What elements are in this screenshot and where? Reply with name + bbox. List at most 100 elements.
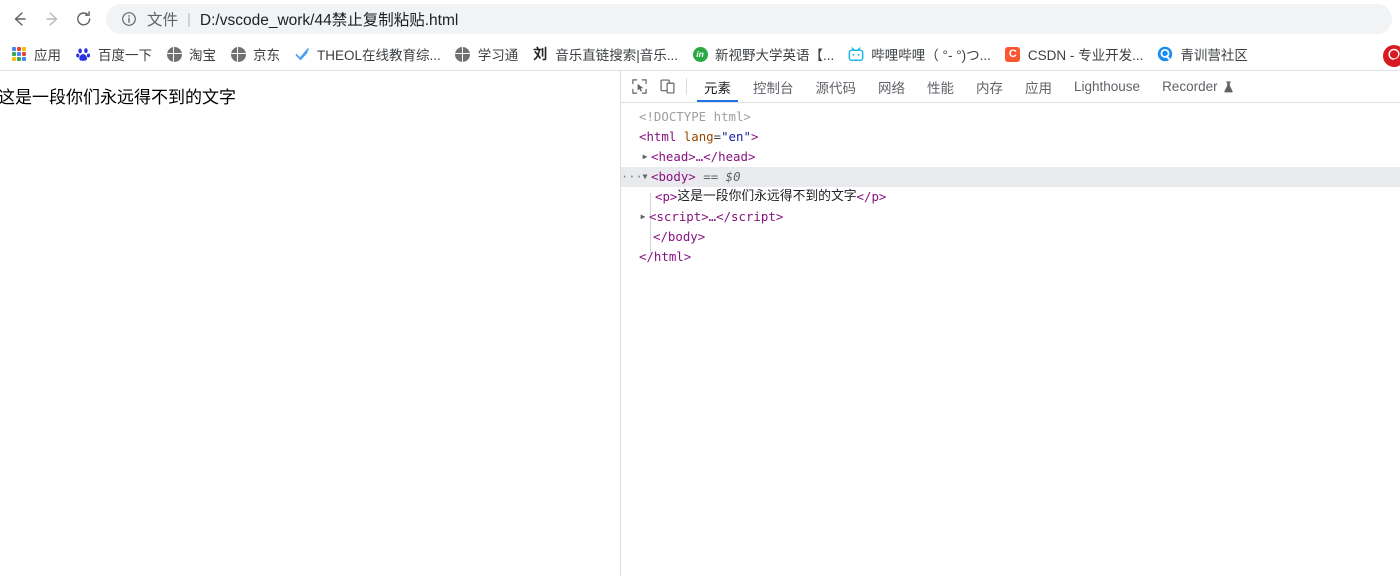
forward-arrow-icon [42,9,62,29]
tab-elements[interactable]: 元素 [693,71,742,102]
bookmark-theol[interactable]: THEOL在线教育综... [287,41,448,67]
bookmarks-bar: 应用 百度一下 淘宝 京东 [0,38,1400,70]
devtools-panel: 元素 控制台 源代码 网络 性能 内存 应用 Lighthouse [620,71,1400,576]
bookmark-baidu[interactable]: 百度一下 [68,41,159,67]
tab-network[interactable]: 网络 [867,71,916,102]
tab-label: 网络 [878,77,905,97]
tab-memory[interactable]: 内存 [965,71,1014,102]
tab-lighthouse[interactable]: Lighthouse [1063,71,1151,102]
tab-performance[interactable]: 性能 [916,71,965,102]
url-text[interactable]: D:/vscode_work/44禁止复制粘贴.html [200,8,458,30]
baidu-paw-icon [75,46,91,62]
bookmark-xinshiye[interactable]: in 新视野大学英语【... [685,41,841,67]
p-close-tag: </p> [857,187,887,207]
bookmark-apps[interactable]: 应用 [4,41,68,67]
tab-label: 控制台 [753,77,794,97]
tab-console[interactable]: 控制台 [742,71,805,102]
reload-arrow-icon [74,9,94,29]
inspect-element-button[interactable] [625,71,653,102]
dom-node-body[interactable]: ··· ▼ <body> == $0 [621,167,1400,187]
script-collapsed-text: <script>…</script> [649,207,783,227]
browser-chrome: 文件 | D:/vscode_work/44禁止复制粘贴.html 应用 [0,0,1400,70]
tab-recorder[interactable]: Recorder [1151,71,1245,102]
bookmark-label: 京东 [253,44,280,64]
p-text-node: 这是一段你们永远得不到的文字 [677,187,856,207]
url-separator: | [187,11,191,28]
body-selected-marker: == $0 [703,167,740,187]
back-button[interactable] [4,3,36,35]
theol-check-icon [294,46,310,62]
globe-icon [166,46,182,62]
bookmark-bilibili[interactable]: 哔哩哔哩（ °- °)つ... [841,41,998,67]
tab-label: Recorder [1162,79,1218,94]
globe-icon [455,46,471,62]
p-open-tag: <p> [655,187,677,207]
tab-label: 性能 [927,77,954,97]
chevron-right-icon[interactable]: ▶ [637,207,649,227]
address-bar[interactable]: 文件 | D:/vscode_work/44禁止复制粘贴.html [106,4,1392,34]
html-lang-attr-name: lang [684,127,714,147]
devtools-tabbar: 元素 控制台 源代码 网络 性能 内存 应用 Lighthouse [621,71,1400,103]
dom-node-paragraph[interactable]: <p> 这是一段你们永远得不到的文字 </p> [621,187,1400,207]
dom-node-doctype[interactable]: <!DOCTYPE html> [621,107,1400,127]
bookmark-label: 音乐直链搜索|音乐... [555,44,678,64]
forward-button[interactable] [36,3,68,35]
device-toolbar-icon [659,78,676,95]
bookmark-label: THEOL在线教育综... [317,44,441,64]
body-open-tag: <body> [651,167,696,187]
bookmark-label: 新视野大学英语【... [715,44,834,64]
browser-viewport: 这是一段你们永远得不到的文字 元素 控制台 [0,70,1400,576]
bilibili-tv-icon [848,46,864,62]
profile-avatar-icon [1382,44,1400,68]
web-page-content: 这是一段你们永远得不到的文字 [0,71,620,576]
bookmark-music-search[interactable]: 刘 音乐直链搜索|音乐... [525,41,685,67]
chevron-down-icon[interactable]: ▼ [639,167,651,187]
back-arrow-icon [10,9,30,29]
bookmark-label: 哔哩哔哩（ °- °)つ... [871,44,991,64]
bookmark-label: 应用 [34,44,61,64]
device-toolbar-button[interactable] [653,71,681,102]
html-close-tag: </html> [639,247,691,267]
qingxunying-icon [1157,46,1173,62]
url-scheme-label: 文件 [147,8,178,30]
experiment-flask-icon [1223,81,1234,93]
dom-node-html[interactable]: <html lang = "en" > [621,127,1400,147]
bookmark-label: 百度一下 [98,44,152,64]
dom-tree[interactable]: <!DOCTYPE html> <html lang = "en" > ▶ <h… [621,103,1400,576]
tab-application[interactable]: 应用 [1014,71,1063,102]
tab-sources[interactable]: 源代码 [805,71,868,102]
bookmark-taobao[interactable]: 淘宝 [159,41,223,67]
bookmark-label: 青训营社区 [1180,44,1248,64]
liu-text-icon: 刘 [532,46,548,62]
body-close-tag: </body> [653,227,705,247]
doctype-text: <!DOCTYPE html> [639,107,751,127]
toolbar-divider [686,78,687,95]
html-open-tag-close: > [751,127,758,147]
globe-icon [230,46,246,62]
linkedin-icon: in [692,46,708,62]
node-menu-dots-icon[interactable]: ··· [621,167,639,187]
bookmark-csdn[interactable]: C CSDN - 专业开发... [998,41,1151,67]
head-collapsed-text: <head>…</head> [651,147,755,167]
chevron-right-icon[interactable]: ▶ [639,147,651,167]
profile-avatar[interactable] [1382,44,1400,68]
tab-label: Lighthouse [1074,79,1140,94]
navigation-toolbar: 文件 | D:/vscode_work/44禁止复制粘贴.html [0,0,1400,38]
html-lang-attr-value: "en" [721,127,751,147]
dom-node-html-close[interactable]: </html> [621,247,1400,267]
csdn-icon: C [1005,46,1021,62]
dom-node-script[interactable]: ▶ <script>…</script> [621,207,1400,227]
bookmark-label: 淘宝 [189,44,216,64]
inspect-element-icon [631,78,648,95]
tab-label: 应用 [1025,77,1052,97]
bookmark-qingxunying[interactable]: 青训营社区 [1150,41,1255,67]
html-open-tag: <html [639,127,676,147]
tab-label: 源代码 [816,77,857,97]
bookmark-jd[interactable]: 京东 [223,41,287,67]
apps-grid-icon [11,46,27,62]
reload-button[interactable] [68,3,100,35]
dom-node-head[interactable]: ▶ <head>…</head> [621,147,1400,167]
bookmark-xuexitong[interactable]: 学习通 [448,41,526,67]
dom-node-body-close[interactable]: </body> [621,227,1400,247]
site-info-icon[interactable] [120,10,138,28]
